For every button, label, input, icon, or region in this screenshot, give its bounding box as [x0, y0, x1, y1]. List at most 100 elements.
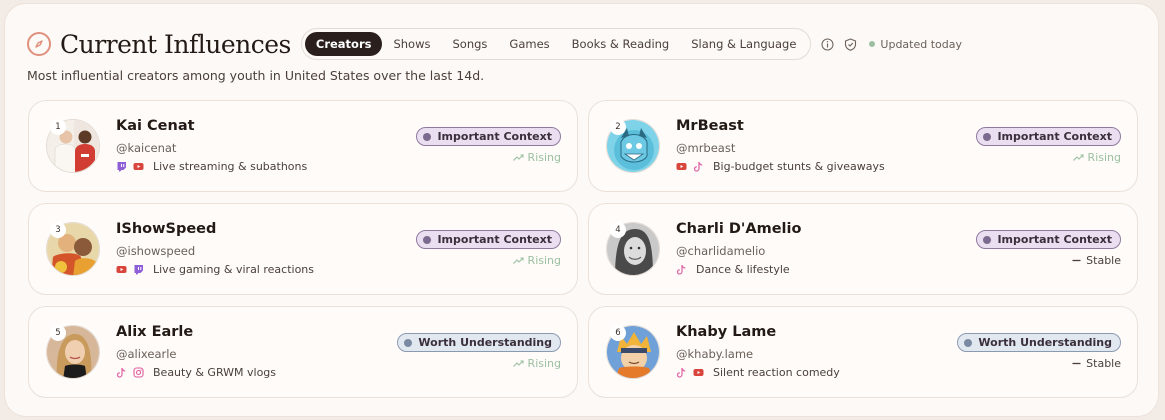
importance-badge: Important Context [416, 127, 561, 146]
tiktok-icon [693, 161, 704, 172]
trend-indicator: Rising [512, 151, 561, 164]
importance-badge: Important Context [976, 230, 1121, 249]
status-dot [869, 41, 876, 47]
influences-panel: Current Influences Creators Shows Songs … [4, 3, 1159, 417]
creator-meta: Live streaming & subathons [116, 160, 307, 173]
instagram-icon [133, 367, 144, 378]
youtube-icon [693, 367, 704, 378]
badge-dot [964, 338, 973, 347]
creator-handle: @kaicenat [116, 141, 177, 155]
badge-dot [404, 338, 413, 347]
creator-card[interactable]: 6 Khaby Lame @khaby.lame Silent reaction… [588, 306, 1138, 398]
rank-number: 2 [610, 119, 626, 135]
creator-handle: @charlidamelio [676, 244, 766, 258]
page-title: Current Influences [60, 29, 291, 59]
badge-dot [423, 235, 432, 244]
twitch-icon [133, 264, 144, 275]
badge-label: Important Context [437, 233, 552, 246]
stable-dash-icon [1071, 359, 1082, 368]
creator-name: Alix Earle [116, 324, 194, 340]
trending-up-icon [1072, 153, 1084, 162]
rank-number: 1 [50, 119, 66, 135]
creator-card[interactable]: 3 IShowSpeed @ishowspeed Live gaming & v… [28, 203, 578, 295]
creator-name: MrBeast [676, 118, 744, 134]
creator-name: Khaby Lame [676, 324, 777, 340]
creator-name: IShowSpeed [116, 221, 217, 237]
creator-meta: Live gaming & viral reactions [116, 263, 314, 276]
rank-number: 3 [50, 222, 66, 238]
badge-dot [423, 132, 432, 141]
tiktok-icon [116, 367, 127, 378]
compass-icon [27, 32, 51, 56]
tab-slang-language[interactable]: Slang & Language [680, 32, 807, 56]
creator-meta: Beauty & GRWM vlogs [116, 366, 276, 379]
badge-label: Worth Understanding [418, 336, 552, 349]
creator-name: Kai Cenat [116, 118, 195, 134]
tab-creators[interactable]: Creators [304, 32, 383, 56]
creator-description: Big-budget stunts & giveaways [713, 160, 885, 173]
youtube-icon [116, 264, 127, 275]
trend-indicator: Stable [1071, 254, 1121, 267]
header: Current Influences Creators Shows Songs … [27, 27, 962, 61]
rank-number: 6 [610, 325, 626, 341]
creator-handle: @alixearle [116, 347, 177, 361]
trend-indicator: Rising [1072, 151, 1121, 164]
info-icon[interactable] [821, 38, 834, 51]
importance-badge: Important Context [416, 230, 561, 249]
tiktok-icon [676, 264, 687, 275]
updated-text: Updated today [880, 37, 962, 51]
badge-dot [983, 235, 992, 244]
creator-card[interactable]: 1 Kai Cenat @kaicenat Live streaming & s… [28, 100, 578, 192]
badge-label: Important Context [437, 130, 552, 143]
rank-number: 4 [610, 222, 626, 238]
creator-card[interactable]: 5 Alix Earle @alixearle Beauty & GRWM vl… [28, 306, 578, 398]
importance-badge: Important Context [976, 127, 1121, 146]
twitch-icon [116, 161, 127, 172]
tab-books-reading[interactable]: Books & Reading [561, 32, 681, 56]
importance-badge: Worth Understanding [957, 333, 1121, 352]
shield-icon[interactable] [844, 37, 857, 51]
youtube-icon [676, 161, 687, 172]
trend-label: Stable [1086, 357, 1121, 370]
creator-description: Dance & lifestyle [696, 263, 790, 276]
trend-label: Rising [527, 357, 561, 370]
tiktok-icon [676, 367, 687, 378]
trend-indicator: Rising [512, 357, 561, 370]
creator-handle: @khaby.lame [676, 347, 754, 361]
trend-label: Rising [1087, 151, 1121, 164]
trend-label: Stable [1086, 254, 1121, 267]
category-tabs: Creators Shows Songs Games Books & Readi… [300, 28, 812, 60]
updated-status: Updated today [869, 38, 962, 51]
tab-shows[interactable]: Shows [382, 32, 441, 56]
creator-meta: Silent reaction comedy [676, 366, 840, 379]
creator-handle: @ishowspeed [116, 244, 196, 258]
creator-handle: @mrbeast [676, 141, 736, 155]
badge-label: Important Context [997, 233, 1112, 246]
stable-dash-icon [1071, 256, 1082, 265]
trending-up-icon [512, 256, 524, 265]
creator-meta: Big-budget stunts & giveaways [676, 160, 885, 173]
creator-card[interactable]: 2 MrBeast @mrbeast Big-budget stunts & g… [588, 100, 1138, 192]
trend-indicator: Stable [1071, 357, 1121, 370]
badge-dot [983, 132, 992, 141]
tab-songs[interactable]: Songs [442, 32, 499, 56]
subtitle: Most influential creators among youth in… [27, 68, 485, 83]
tab-games[interactable]: Games [498, 32, 560, 56]
creator-description: Silent reaction comedy [713, 366, 840, 379]
creator-meta: Dance & lifestyle [676, 263, 790, 276]
trend-label: Rising [527, 151, 561, 164]
youtube-icon [133, 161, 144, 172]
badge-label: Important Context [997, 130, 1112, 143]
badge-label: Worth Understanding [978, 336, 1112, 349]
creator-description: Live streaming & subathons [153, 160, 308, 173]
trend-indicator: Rising [512, 254, 561, 267]
creator-description: Live gaming & viral reactions [153, 263, 314, 276]
creator-card[interactable]: 4 Charli D'Amelio @charlidamelio Dance &… [588, 203, 1138, 295]
rank-number: 5 [50, 325, 66, 341]
trend-label: Rising [527, 254, 561, 267]
creator-name: Charli D'Amelio [676, 221, 802, 237]
trending-up-icon [512, 359, 524, 368]
importance-badge: Worth Understanding [397, 333, 561, 352]
trending-up-icon [512, 153, 524, 162]
creator-description: Beauty & GRWM vlogs [153, 366, 277, 379]
